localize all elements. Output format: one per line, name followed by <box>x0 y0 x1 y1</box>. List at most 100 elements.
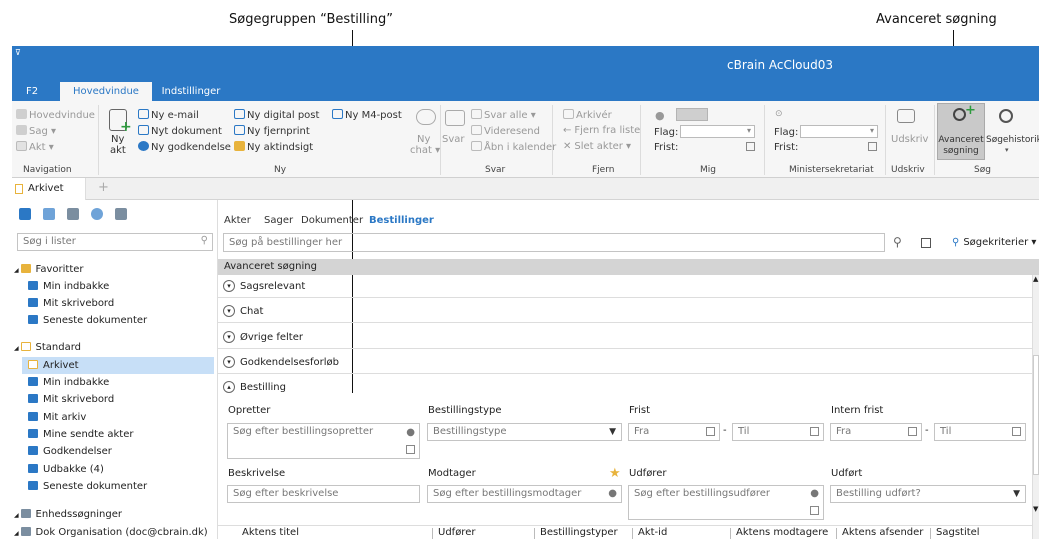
ny-digital-post-button[interactable]: Ny digital post <box>234 109 319 122</box>
label-udforer: Udfører <box>629 468 667 479</box>
folder-icon[interactable] <box>115 208 127 220</box>
col-akt-id[interactable]: Akt-id <box>638 526 667 539</box>
sidebar-item[interactable]: Mit skrivebord <box>28 391 114 408</box>
sidebar-group[interactable]: ◢ Dok Organisation (doc@cbrain.dk) <box>14 524 208 539</box>
case-tree-icon[interactable] <box>43 208 55 220</box>
min-calendar-icon[interactable] <box>868 142 877 151</box>
mig-flag-label: Flag: <box>654 127 679 138</box>
col-bestillingstyper[interactable]: Bestillingstyper <box>540 526 618 539</box>
intern-fra-input[interactable]: Fra <box>830 423 922 441</box>
add-tab-icon[interactable]: + <box>98 180 109 195</box>
star-icon[interactable]: ★ <box>609 466 621 481</box>
frist-til-input[interactable]: Til <box>732 423 824 441</box>
sogekriterier-button[interactable]: ⚲ Søgekriterier ▾ <box>952 237 1036 248</box>
tab-akter[interactable]: Akter <box>224 215 251 226</box>
mig-calendar-icon[interactable] <box>746 142 755 151</box>
sidebar-group[interactable]: ◢ Enhedssøgninger <box>14 506 122 523</box>
group-label-ny: Ny <box>274 165 287 175</box>
sidebar-item[interactable]: Seneste dokumenter <box>28 312 147 329</box>
sidebar-item[interactable]: Min indbakke <box>28 278 109 295</box>
ny-m4-post-button[interactable]: Ny M4-post <box>332 109 402 122</box>
expand-arrow-icon[interactable]: ◢ <box>14 512 21 519</box>
vertical-scrollbar[interactable]: ▲ ▼ <box>1032 275 1039 539</box>
quick-access-icon[interactable]: ⊽ <box>15 48 21 57</box>
ny-akt-label: akt <box>110 145 126 156</box>
section-bestilling[interactable]: ▴ Bestilling <box>218 376 1032 399</box>
sidebar-group[interactable]: ◢ Standard <box>14 339 81 356</box>
users-icon[interactable] <box>91 208 103 220</box>
udforer-input[interactable]: Søg efter bestillingsudfører ● <box>628 485 824 520</box>
bestillingstype-select[interactable]: Bestillingstype ▼ <box>427 423 622 441</box>
ribbon: Hovedvindue Sag ▾ Akt ▾ Navigation + Ny … <box>12 101 1039 178</box>
section-godkendelsesforlob[interactable]: ▾ Godkendelsesforløb <box>218 351 1032 374</box>
svar-alle-button[interactable]: Svar alle ▾ <box>471 109 536 122</box>
section-sagsrelevant[interactable]: ▾ Sagsrelevant <box>218 275 1032 298</box>
nav-hovedvindue[interactable]: Hovedvindue <box>16 109 95 122</box>
nav-sag[interactable]: Sag ▾ <box>16 125 56 138</box>
sidebar-item[interactable]: Arkivet <box>22 357 214 374</box>
videresend-button[interactable]: Videresend <box>471 125 540 138</box>
sidebar-item[interactable]: Seneste dokumenter <box>28 478 147 495</box>
expand-arrow-icon[interactable]: ◢ <box>14 530 21 537</box>
save-icon[interactable] <box>921 238 931 248</box>
tab-hovedvindue[interactable]: Hovedvindue <box>60 82 152 101</box>
search-icon[interactable]: ⚲ <box>893 235 902 249</box>
expand-arrow-icon[interactable]: ◢ <box>14 267 21 274</box>
min-flag-select[interactable]: ▾ <box>800 125 878 138</box>
tab-dokumenter[interactable]: Dokumenter <box>301 215 363 226</box>
ny-email-button[interactable]: Ny e-mail <box>138 109 199 122</box>
nyt-dokument-button[interactable]: Nyt dokument <box>138 125 222 138</box>
sidebar-item[interactable]: Mine sendte akter <box>28 426 133 443</box>
doc-tab-arkivet[interactable]: Arkivet <box>12 178 86 200</box>
list-icon[interactable] <box>67 208 79 220</box>
expand-arrow-icon[interactable]: ◢ <box>14 345 21 352</box>
col-udforer[interactable]: Udfører <box>438 526 475 539</box>
tab-bestillinger[interactable]: Bestillinger <box>369 215 434 226</box>
group-separator <box>764 105 765 175</box>
document-icon[interactable] <box>19 208 31 220</box>
col-aktens-titel[interactable]: Aktens titel <box>242 526 299 539</box>
group-separator <box>552 105 553 175</box>
chevron-down-icon: ▾ <box>223 305 235 317</box>
section-chat[interactable]: ▾ Chat <box>218 300 1032 323</box>
mig-flag-select[interactable]: ▾ <box>680 125 755 138</box>
tab-sager[interactable]: Sager <box>264 215 293 226</box>
opretter-input[interactable]: Søg efter bestillingsopretter ● <box>227 423 420 459</box>
sidebar-item-label: Min indbakke <box>43 281 110 292</box>
udskriv-button[interactable]: Udskriv <box>891 134 928 146</box>
sidebar-item[interactable]: Udbakke (4) <box>28 461 104 478</box>
advanced-search-button[interactable]: + Avanceret søgning <box>937 103 985 160</box>
col-aktens-afsender[interactable]: Aktens afsender <box>842 526 923 539</box>
fjern-fra-liste-button[interactable]: ← Fjern fra liste <box>563 125 640 137</box>
arkiver-button[interactable]: Arkivér <box>563 109 612 122</box>
sidebar-group[interactable]: ◢ Favoritter <box>14 261 84 278</box>
aabn-kalender-button[interactable]: Åbn i kalender <box>471 141 556 154</box>
col-aktens-modtagere[interactable]: Aktens modtagere <box>736 526 828 539</box>
sidebar-item[interactable]: Min indbakke <box>28 374 109 391</box>
svar-button[interactable]: Svar <box>442 134 465 146</box>
ny-fjernprint-button[interactable]: Ny fjernprint <box>234 125 310 138</box>
tab-f2[interactable]: F2 <box>12 82 52 101</box>
tab-indstillinger[interactable]: Indstillinger <box>152 82 230 101</box>
plus-icon: + <box>120 119 132 135</box>
slet-akter-button[interactable]: ✕ Slet akter ▾ <box>563 141 631 153</box>
section-ovrige-felter[interactable]: ▾ Øvrige felter <box>218 326 1032 349</box>
main-search-input[interactable]: Søg på bestillinger her <box>223 233 885 252</box>
mig-highlight-icon[interactable] <box>676 108 708 121</box>
col-sagstitel[interactable]: Sagstitel <box>936 526 980 539</box>
frist-fra-input[interactable]: Fra <box>628 423 720 441</box>
chevron-down-icon[interactable]: ▾ <box>1005 146 1009 154</box>
item-icon <box>28 446 38 455</box>
ny-godkendelse-button[interactable]: Ny godkendelse <box>138 141 231 154</box>
ny-aktindsigt-button[interactable]: Ny aktindsigt <box>234 141 313 154</box>
sogehistorik-button[interactable]: Søgehistorik <box>986 134 1039 146</box>
modtager-input[interactable]: Søg efter bestillingsmodtager ● <box>427 485 622 503</box>
beskrivelse-input[interactable]: Søg efter beskrivelse <box>227 485 420 503</box>
udfort-select[interactable]: Bestilling udført? ▼ <box>830 485 1026 503</box>
nav-akt[interactable]: Akt ▾ <box>16 141 54 154</box>
sidebar-search-input[interactable]: Søg i lister ⚲ <box>17 233 213 251</box>
sidebar-item[interactable]: Mit skrivebord <box>28 295 114 312</box>
sidebar-item[interactable]: Godkendelser <box>28 443 112 460</box>
sidebar-item[interactable]: Mit arkiv <box>28 409 86 426</box>
intern-til-input[interactable]: Til <box>934 423 1026 441</box>
